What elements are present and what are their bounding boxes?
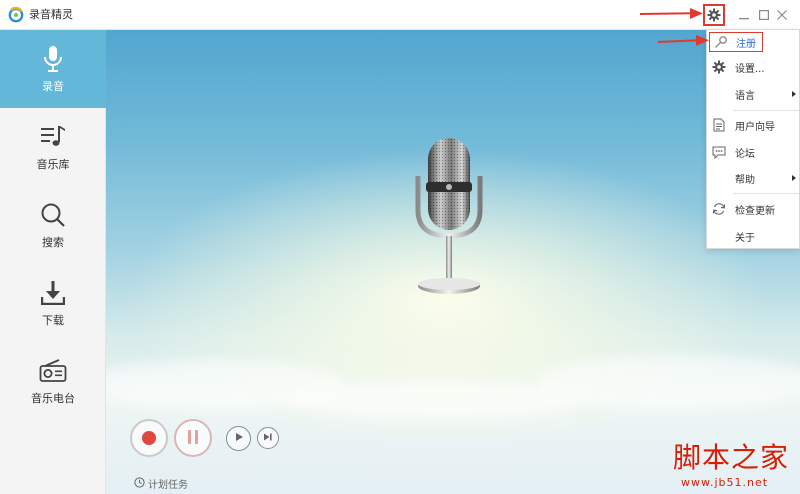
- chat-icon: [711, 144, 727, 160]
- sidebar-item-radio[interactable]: 音乐电台: [0, 342, 106, 420]
- sidebar-item-label: 音乐库: [36, 158, 70, 171]
- microphone-icon: [39, 45, 67, 73]
- menu-separator: [733, 193, 799, 194]
- refresh-icon: [711, 201, 727, 217]
- schedule-task-label: 计划任务: [148, 480, 188, 491]
- key-icon: [713, 34, 729, 50]
- menu-item-label: 关于: [735, 232, 755, 244]
- window-title: 录音精灵: [29, 8, 73, 21]
- gear-icon: [711, 59, 727, 75]
- menu-item-check-update[interactable]: 检查更新: [707, 198, 799, 220]
- sidebar-item-label: 下载: [42, 314, 64, 327]
- menu-item-user-guide[interactable]: 用户向导: [707, 114, 799, 136]
- menu-item-label: 设置...: [735, 63, 765, 75]
- recording-panel: 计划任务: [106, 30, 800, 494]
- maximize-icon: [759, 10, 769, 20]
- annotation-arrow-register: [658, 35, 709, 46]
- annotation-arrow-gear: [640, 8, 703, 19]
- next-track-button[interactable]: [257, 427, 279, 449]
- search-icon: [39, 201, 67, 229]
- document-icon: [711, 117, 727, 133]
- minimize-button[interactable]: [735, 6, 753, 24]
- menu-item-help[interactable]: 帮助: [707, 167, 799, 189]
- menu-item-label: 语言: [735, 90, 755, 102]
- watermark-text: 脚本之家: [673, 441, 790, 474]
- app-logo-icon: [8, 6, 24, 23]
- sidebar: 录音 音乐库 搜索 下载 音乐电台: [0, 30, 106, 494]
- download-icon: [39, 279, 67, 307]
- menu-item-settings[interactable]: 设置...: [707, 56, 799, 78]
- sidebar-item-search[interactable]: 搜索: [0, 186, 106, 264]
- settings-gear-button[interactable]: [703, 4, 725, 26]
- menu-item-about[interactable]: 关于: [707, 225, 799, 247]
- sidebar-item-record[interactable]: 录音: [0, 30, 106, 108]
- minimize-icon: [739, 10, 749, 20]
- microphone-illustration-icon: [414, 138, 484, 306]
- maximize-button[interactable]: [755, 6, 773, 24]
- close-button[interactable]: [773, 6, 791, 24]
- menu-item-forum[interactable]: 论坛: [707, 141, 799, 163]
- sidebar-item-music-library[interactable]: 音乐库: [0, 108, 106, 186]
- skip-next-icon: [263, 432, 273, 445]
- menu-separator: [733, 110, 799, 111]
- clock-icon: [134, 476, 148, 491]
- submenu-arrow-icon: [792, 175, 796, 181]
- close-icon: [777, 10, 787, 20]
- sidebar-item-label: 搜索: [42, 236, 64, 249]
- menu-item-label: 论坛: [735, 148, 755, 160]
- pause-button[interactable]: [174, 419, 212, 457]
- record-dot-icon: [142, 431, 156, 445]
- background-cloud: [536, 355, 800, 410]
- menu-item-language[interactable]: 语言: [707, 83, 799, 105]
- radio-icon: [39, 357, 67, 385]
- pause-icon: [187, 429, 199, 448]
- play-icon: [234, 432, 244, 445]
- sidebar-item-label: 音乐电台: [31, 392, 75, 405]
- play-button[interactable]: [226, 426, 251, 451]
- submenu-arrow-icon: [792, 91, 796, 97]
- settings-dropdown-menu: 注册 设置... 语言 用户向导 论坛 帮助 检查更新 关于: [706, 29, 800, 249]
- menu-item-label: 用户向导: [735, 121, 775, 133]
- menu-item-label: 检查更新: [735, 205, 775, 217]
- sidebar-item-label: 录音: [42, 80, 64, 93]
- menu-item-label: 注册: [736, 38, 756, 50]
- music-list-icon: [39, 123, 67, 151]
- gear-icon: [707, 8, 721, 22]
- record-button[interactable]: [130, 419, 168, 457]
- menu-item-label: 帮助: [735, 174, 755, 186]
- watermark-url: www.jb51.net: [681, 476, 769, 489]
- sidebar-item-download[interactable]: 下载: [0, 264, 106, 342]
- schedule-task-link[interactable]: 计划任务: [134, 476, 188, 491]
- menu-item-register[interactable]: 注册: [709, 32, 763, 52]
